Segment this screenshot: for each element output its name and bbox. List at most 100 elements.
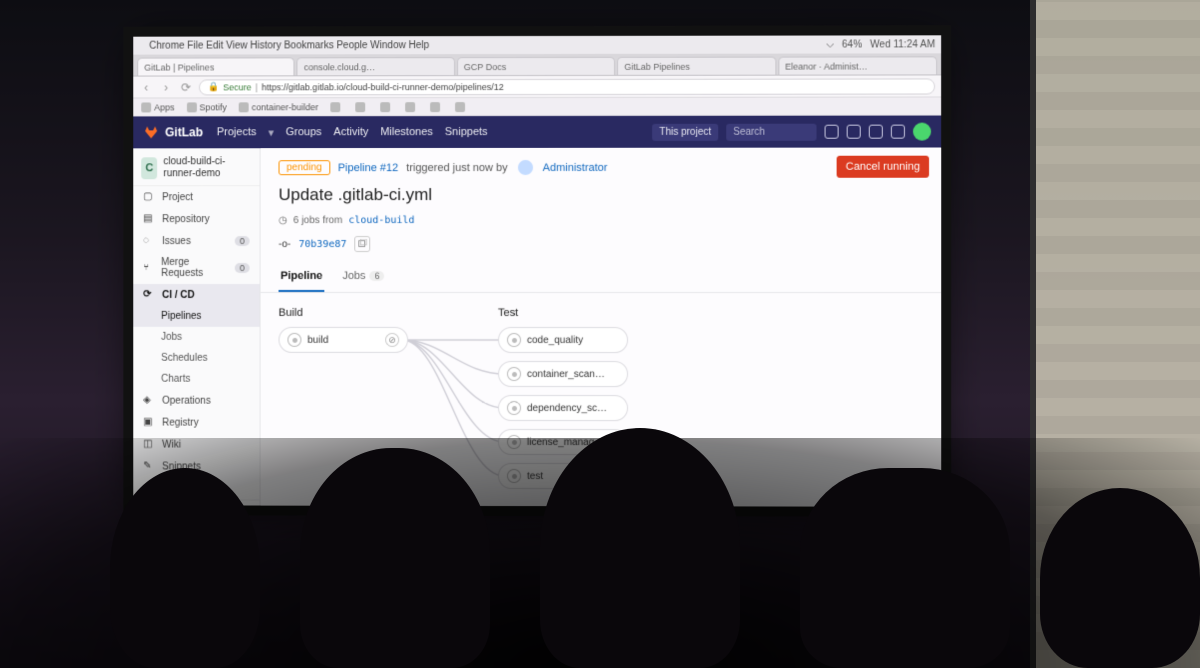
sidebar-item-operations[interactable]: ◈Operations [133,390,259,412]
sidebar-subitem-pipelines[interactable]: Pipelines [133,306,259,327]
status-created-icon [287,333,301,347]
nav-snippets[interactable]: Snippets [445,126,488,139]
sidebar-item-ci-cd[interactable]: ⟳CI / CD [133,284,259,306]
triggered-text: triggered just now by [406,162,507,174]
commit-sha[interactable]: 70b39e87 [299,239,347,250]
nav-milestones[interactable]: Milestones [380,126,432,139]
actor-name[interactable]: Administrator [543,161,608,173]
bookmark-favicon-icon [380,102,390,112]
projected-screen: Chrome File Edit View History Bookmarks … [133,35,941,506]
sidebar-item-label: Registry [162,417,198,428]
bookmark-item[interactable]: Apps [141,102,174,112]
cancel-running-button[interactable]: Cancel running [837,156,929,178]
sidebar-item-label: Project [162,192,193,203]
pipeline-job[interactable]: build⊘ [279,327,409,353]
reload-button[interactable]: ⟳ [179,80,193,94]
sidebar-subitem-schedules[interactable]: Schedules [133,348,259,369]
gitlab-logo[interactable]: GitLab [143,124,203,140]
count-badge: 0 [235,263,250,273]
battery-pct: 64% [842,39,862,50]
topnav-links: Projects▾ Groups Activity Milestones Sni… [217,126,488,139]
sidebar-item-label: Jobs [161,332,182,343]
cancel-job-icon[interactable]: ⊘ [385,333,399,347]
bookmark-favicon-icon [330,102,340,112]
sidebar-item-repository[interactable]: ▤Repository [133,208,259,230]
branch-link[interactable]: cloud-build [348,215,414,226]
bookmark-item[interactable]: container-builder [239,102,319,112]
sidebar-subitem-jobs[interactable]: Jobs [133,327,259,348]
status-created-icon [507,401,521,415]
issues-icon[interactable] [847,125,861,139]
actor-avatar [518,160,533,175]
bookmark-item[interactable] [455,102,468,112]
tab-jobs[interactable]: Jobs 6 [340,262,386,292]
count-badge: 0 [235,236,250,246]
search-scope[interactable]: This project [652,123,718,140]
address-bar[interactable]: 🔒 Secure | https://gitlab.gitlab.io/clou… [199,78,935,95]
nav-activity[interactable]: Activity [334,126,369,139]
tab-pipeline[interactable]: Pipeline [279,262,325,292]
audience-silhouette [0,438,1200,668]
nav-icon: ◌ [143,235,155,247]
nav-icon: ⑂ [143,262,154,274]
pipeline-job[interactable]: dependency_sc… [498,395,628,421]
nav-groups[interactable]: Groups [286,126,322,139]
browser-tab[interactable]: Eleanor · Administ… [778,56,937,74]
bookmark-item[interactable] [380,102,393,112]
job-name: code_quality [527,334,583,345]
brand-text: GitLab [165,125,203,139]
todos-icon[interactable] [891,125,905,139]
sidebar-item-issues[interactable]: ◌ Issues 0 [133,230,259,252]
browser-tab[interactable]: console.cloud.g… [297,57,455,75]
sidebar-item-label: Charts [161,374,190,385]
status-created-icon [507,367,521,381]
copy-sha-button[interactable] [355,236,371,252]
bookmark-item[interactable]: Spotify [186,102,226,112]
browser-toolbar: ‹ › ⟳ 🔒 Secure | https://gitlab.gitlab.i… [133,75,941,98]
pipeline-job[interactable]: code_quality [498,327,628,353]
bookmark-item[interactable] [430,102,443,112]
back-button[interactable]: ‹ [139,80,153,94]
pipeline-job[interactable]: container_scan… [498,361,628,387]
status-badge-pending: pending [279,160,330,175]
nav-icon: ▤ [143,213,155,225]
nav-projects[interactable]: Projects [217,126,257,139]
forward-button[interactable]: › [159,80,173,94]
pipeline-ref[interactable]: Pipeline #12 [338,162,398,174]
project-header[interactable]: C cloud-build-ci-runner-demo [133,148,259,186]
lock-icon: 🔒 [208,81,219,92]
mac-app-menus: Chrome File Edit View History Bookmarks … [149,40,429,51]
bookmark-item[interactable] [405,102,418,112]
bookmark-item[interactable] [355,102,368,112]
bookmark-item[interactable] [330,102,343,112]
user-avatar[interactable] [913,123,931,141]
project-avatar: C [141,157,157,179]
nav-icon: ▣ [143,417,155,429]
search-input[interactable]: Search [726,123,816,140]
sidebar-item-label: Issues [162,236,191,247]
clock-icon: ◷ [279,215,288,226]
stage-title: Build [279,307,409,319]
mac-menubar: Chrome File Edit View History Bookmarks … [133,35,941,54]
jobs-summary: ◷ 6 jobs from cloud-build [261,215,942,232]
sidebar-item-label: Schedules [161,353,207,364]
sidebar-item-label: Merge Requests [161,257,228,279]
sidebar-item-project[interactable]: ▢Project [133,186,259,208]
sidebar-subitem-charts[interactable]: Charts [133,369,259,390]
status-created-icon [507,333,521,347]
browser-tab[interactable]: GCP Docs [457,57,615,75]
sidebar-item-merge-requests[interactable]: ⑂ Merge Requests 0 [133,252,259,284]
browser-tab[interactable]: GitLab | Pipelines [137,57,295,75]
url-text: https://gitlab.gitlab.io/cloud-build-ci-… [262,82,504,92]
project-name: cloud-build-ci-runner-demo [163,156,251,179]
plus-icon[interactable] [825,125,839,139]
pipeline-title: Update .gitlab-ci.yml [261,179,942,215]
browser-tabstrip: GitLab | Pipelinesconsole.cloud.g…GCP Do… [133,53,941,76]
sidebar-item-registry[interactable]: ▣ Registry [133,412,259,434]
stage-title: Test [498,307,628,319]
bookmark-favicon-icon [239,102,249,112]
mr-icon[interactable] [869,125,883,139]
browser-tab[interactable]: GitLab Pipelines [617,57,776,75]
commit-sha-row: -o- 70b39e87 [261,232,942,262]
nav-icon: ⟳ [143,289,155,301]
